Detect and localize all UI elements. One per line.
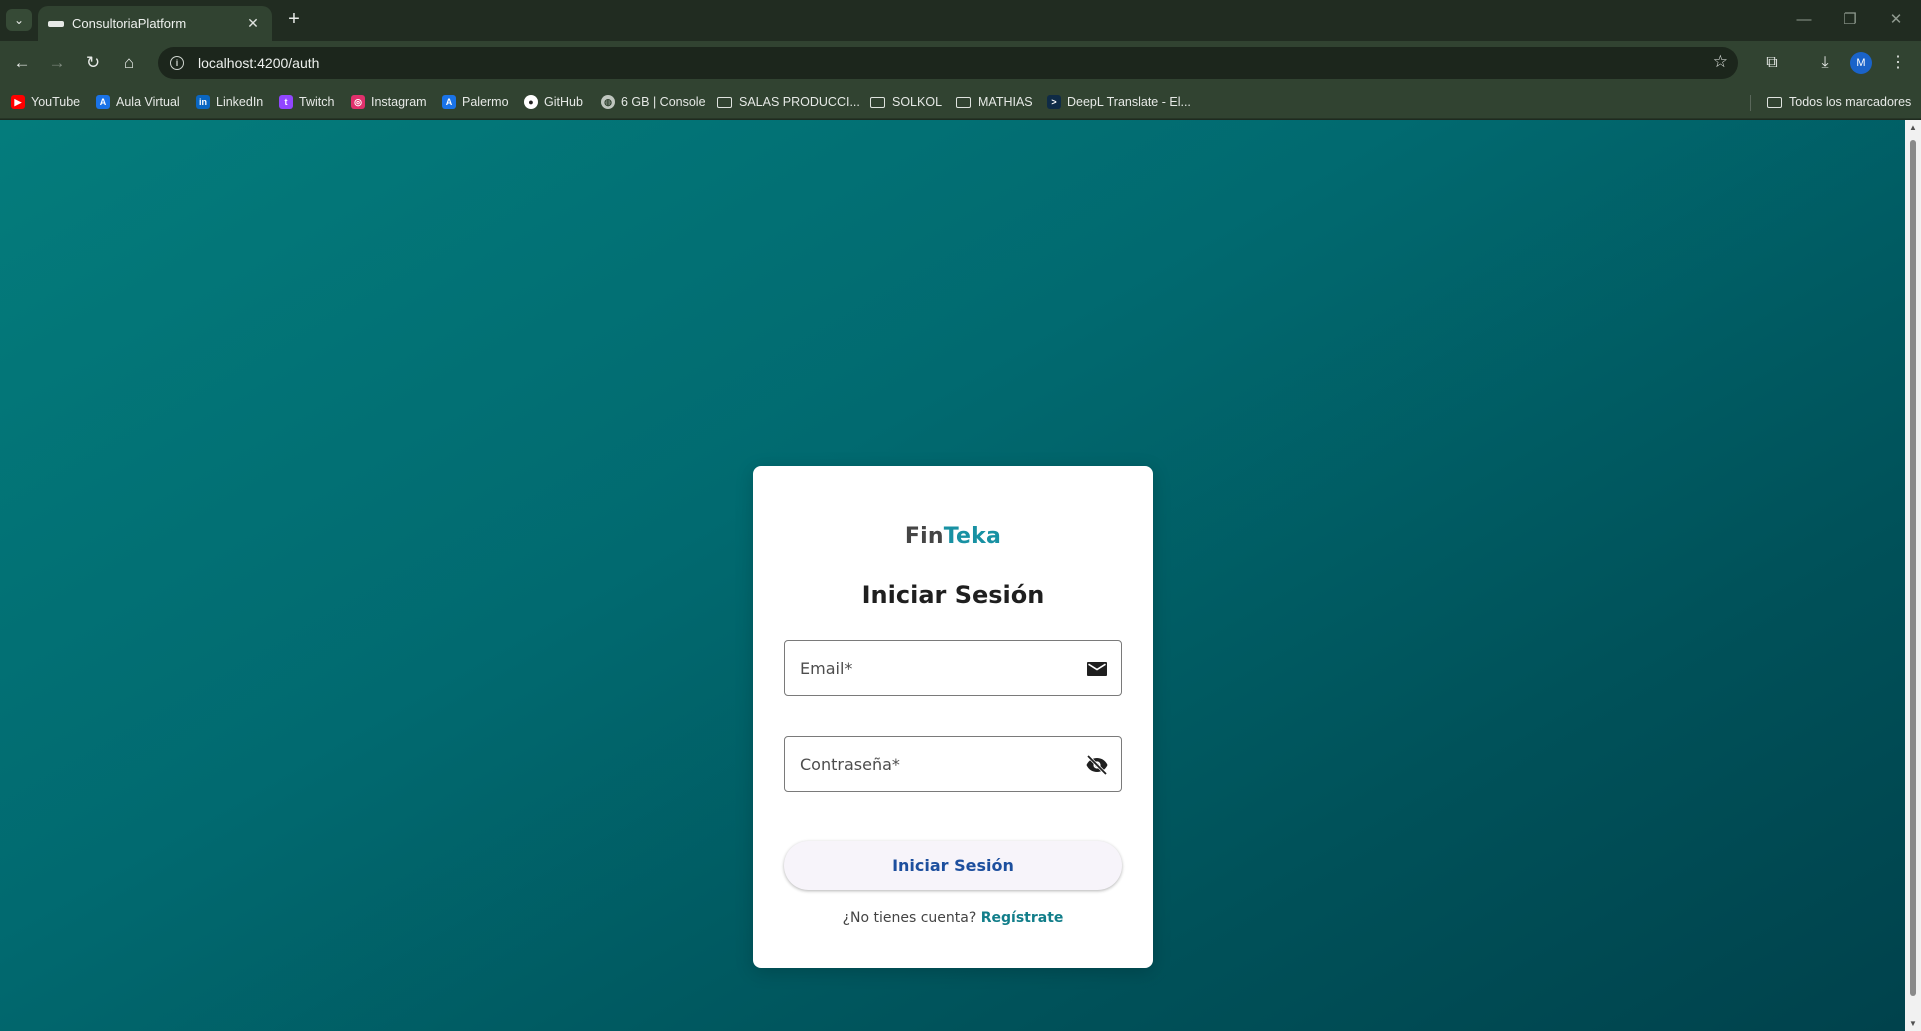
deepl-icon: > [1047,95,1061,109]
bookmark-label: SALAS PRODUCCI... [739,95,860,109]
profile-avatar[interactable]: M [1850,52,1872,74]
bookmark-label: 6 GB | Console [621,95,706,109]
globe-icon: ◍ [601,95,615,109]
email-field[interactable]: Email* [784,640,1122,696]
site-info-icon[interactable]: i [170,56,184,70]
bookmarks-bar: ▶ YouTube A Aula Virtual in LinkedIn t T… [0,85,1921,119]
bookmark-label: YouTube [31,95,81,109]
forward-icon[interactable]: → [45,51,69,75]
download-icon[interactable]: ⤓ [1813,51,1837,75]
bookmark-instagram[interactable]: ◎ Instagram [351,93,427,111]
tab-strip: ⌄ ConsultoriaPlatform ✕ + — ❐ ✕ [0,0,1921,41]
palermo-icon: A [442,95,456,109]
bookmark-deepl[interactable]: > DeepL Translate - El... [1047,93,1191,111]
scroll-down-icon[interactable]: ▼ [1908,1019,1918,1028]
window-close-icon[interactable]: ✕ [1876,8,1916,32]
close-icon[interactable]: ✕ [244,15,262,32]
folder-icon [870,96,885,108]
register-link[interactable]: Regístrate [981,910,1064,926]
page-background: FinTeka Iniciar Sesión Email* Contraseña… [0,120,1905,1031]
password-label: Contraseña* [800,755,900,774]
folder-icon [717,96,732,108]
bookmark-folder-mathias[interactable]: MATHIAS [956,93,1033,111]
logo-part-teka: Teka [943,524,1002,549]
bookmark-label: Twitch [299,95,335,109]
bookmarks-separator [1750,95,1751,111]
bookmark-palermo[interactable]: A Palermo [442,93,509,111]
scrollbar-thumb[interactable] [1910,140,1916,996]
tab-search-button[interactable]: ⌄ [6,9,32,31]
reload-icon[interactable]: ↻ [81,51,105,75]
bookmark-label: GitHub [544,95,583,109]
bookmark-folder-solkol[interactable]: SOLKOL [870,93,942,111]
extensions-icon[interactable]: ⧉ [1760,51,1784,75]
bookmark-label: MATHIAS [978,95,1033,109]
bookmark-label: Todos los marcadores [1789,95,1912,109]
visibility-off-icon[interactable] [1085,753,1109,777]
bookmark-label: LinkedIn [216,95,264,109]
finteka-logo: FinTeka [753,524,1153,549]
bookmark-label: DeepL Translate - El... [1067,95,1191,109]
browser-toolbar: ← → ↻ ⌂ i localhost:4200/auth ☆ ⧉ ⤓ M ⋮ [0,41,1921,85]
bookmark-label: Instagram [371,95,427,109]
minimize-icon[interactable]: — [1784,8,1824,32]
instagram-icon: ◎ [351,95,365,109]
all-bookmarks-folder[interactable]: Todos los marcadores [1767,93,1911,111]
address-bar[interactable]: i localhost:4200/auth ☆ [158,47,1738,79]
tab-title: ConsultoriaPlatform [72,16,187,31]
bookmark-label: Aula Virtual [116,95,180,109]
new-tab-button[interactable]: + [282,8,306,32]
linkedin-icon: in [196,95,210,109]
email-label: Email* [800,659,853,678]
twitch-icon: t [279,95,293,109]
bookmark-linkedin[interactable]: in LinkedIn [196,93,263,111]
register-prompt: ¿No tienes cuenta? Regístrate [753,910,1153,926]
password-field[interactable]: Contraseña* [784,736,1122,792]
active-tab[interactable]: ConsultoriaPlatform ✕ [38,6,272,41]
url-text: localhost:4200/auth [198,55,320,71]
scroll-up-icon[interactable]: ▲ [1908,123,1918,132]
back-icon[interactable]: ← [10,51,34,75]
home-icon[interactable]: ⌂ [117,51,141,75]
bookmark-console[interactable]: ◍ 6 GB | Console [601,93,706,111]
no-account-text: ¿No tienes cuenta? [842,910,977,926]
bookmark-label: SOLKOL [892,95,943,109]
bookmark-aula-virtual[interactable]: A Aula Virtual [96,93,180,111]
bookmark-twitch[interactable]: t Twitch [279,93,334,111]
aula-virtual-icon: A [96,95,110,109]
folder-icon [1767,96,1782,108]
login-card: FinTeka Iniciar Sesión Email* Contraseña… [753,466,1153,968]
menu-icon[interactable]: ⋮ [1886,51,1910,75]
bookmark-label: Palermo [462,95,509,109]
tab-favicon-icon [48,20,64,27]
page-scrollbar[interactable]: ▲ ▼ [1905,120,1921,1031]
youtube-icon: ▶ [11,95,25,109]
github-icon: ● [524,95,538,109]
restore-icon[interactable]: ❐ [1830,8,1870,32]
bookmark-star-icon[interactable]: ☆ [1713,52,1728,72]
mail-icon [1087,662,1107,676]
login-button[interactable]: Iniciar Sesión [784,841,1122,890]
page-title: Iniciar Sesión [861,581,1045,609]
bookmark-youtube[interactable]: ▶ YouTube [11,93,80,111]
folder-icon [956,96,971,108]
logo-part-fin: Fin [904,524,944,549]
bookmark-folder-salas[interactable]: SALAS PRODUCCI... [717,93,860,111]
bookmark-github[interactable]: ● GitHub [524,93,583,111]
